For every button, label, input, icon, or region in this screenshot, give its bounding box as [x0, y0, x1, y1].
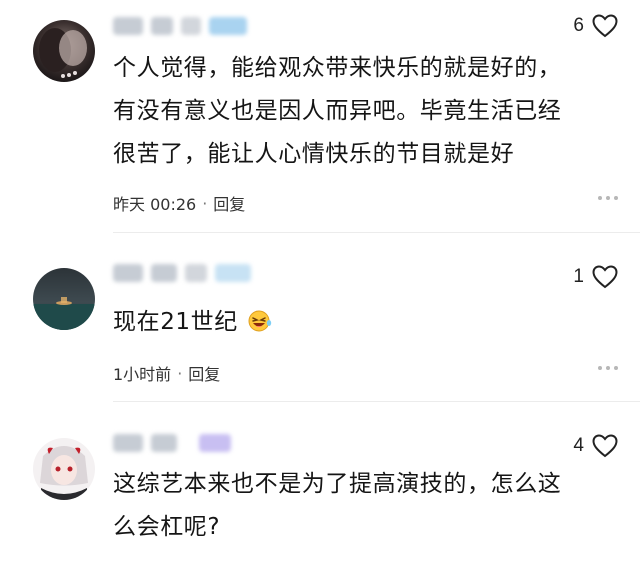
heart-icon[interactable] — [592, 265, 618, 289]
more-options-icon[interactable] — [598, 366, 618, 370]
comment-text: 现在21世纪 — [113, 301, 623, 344]
heart-icon[interactable] — [592, 434, 618, 458]
comment-meta: 1小时前 · 回复 — [113, 361, 220, 385]
like-control[interactable]: 6 — [573, 14, 618, 38]
avatar-image — [33, 438, 95, 500]
comment-text-line: 个人觉得，能给观众带来快乐的就是好的， — [113, 55, 562, 81]
like-control[interactable]: 1 — [573, 265, 618, 289]
avatar-image — [33, 268, 95, 330]
comment-text-line: 这综艺本来也不是为了提高演技的，怎么这 — [113, 471, 562, 497]
comment-text: 个人觉得，能给观众带来快乐的就是好的， 有没有意义也是因人而异吧。毕竟生活已经 … — [113, 47, 623, 176]
comment-list: 6 个人觉得，能给观众带来快乐的就是好的， 有没有意义也是因人而异吧。毕竟生活已… — [0, 0, 640, 577]
laughing-emoji-icon — [248, 310, 271, 332]
avatar[interactable] — [33, 20, 95, 82]
like-count: 1 — [573, 266, 584, 287]
timestamp: 1小时前 — [113, 365, 172, 384]
comment-text-line: 么会杠呢? — [113, 514, 221, 540]
avatar[interactable] — [33, 268, 95, 330]
username[interactable] — [113, 433, 231, 453]
comment-item: 6 个人觉得，能给观众带来快乐的就是好的， 有没有意义也是因人而异吧。毕竟生活已… — [0, 0, 640, 233]
avatar-image — [33, 20, 95, 82]
comment-text: 这综艺本来也不是为了提高演技的，怎么这 么会杠呢? — [113, 463, 623, 549]
comment-item: 1 现在21世纪 1小时前 · 回复 — [0, 233, 640, 402]
timestamp: 昨天 00:26 — [113, 195, 197, 214]
like-count: 6 — [573, 15, 584, 36]
like-count: 4 — [573, 435, 584, 456]
like-control[interactable]: 4 — [573, 434, 618, 458]
separator-dot: · — [177, 363, 183, 383]
heart-icon[interactable] — [592, 14, 618, 38]
username[interactable] — [113, 263, 251, 283]
more-options-icon[interactable] — [598, 196, 618, 200]
avatar[interactable] — [33, 438, 95, 500]
reply-button[interactable]: 回复 — [213, 191, 245, 215]
comment-meta: 昨天 00:26 · 回复 — [113, 191, 245, 215]
comment-text-line: 现在21世纪 — [113, 309, 238, 335]
comment-text-line: 很苦了，能让人心情快乐的节目就是好 — [113, 141, 515, 167]
comment-text-line: 有没有意义也是因人而异吧。毕竟生活已经 — [113, 98, 562, 124]
comment-item: 4 这综艺本来也不是为了提高演技的，怎么这 么会杠呢? — [0, 402, 640, 577]
separator-dot: · — [202, 193, 208, 213]
reply-button[interactable]: 回复 — [188, 361, 220, 385]
username[interactable] — [113, 16, 247, 36]
